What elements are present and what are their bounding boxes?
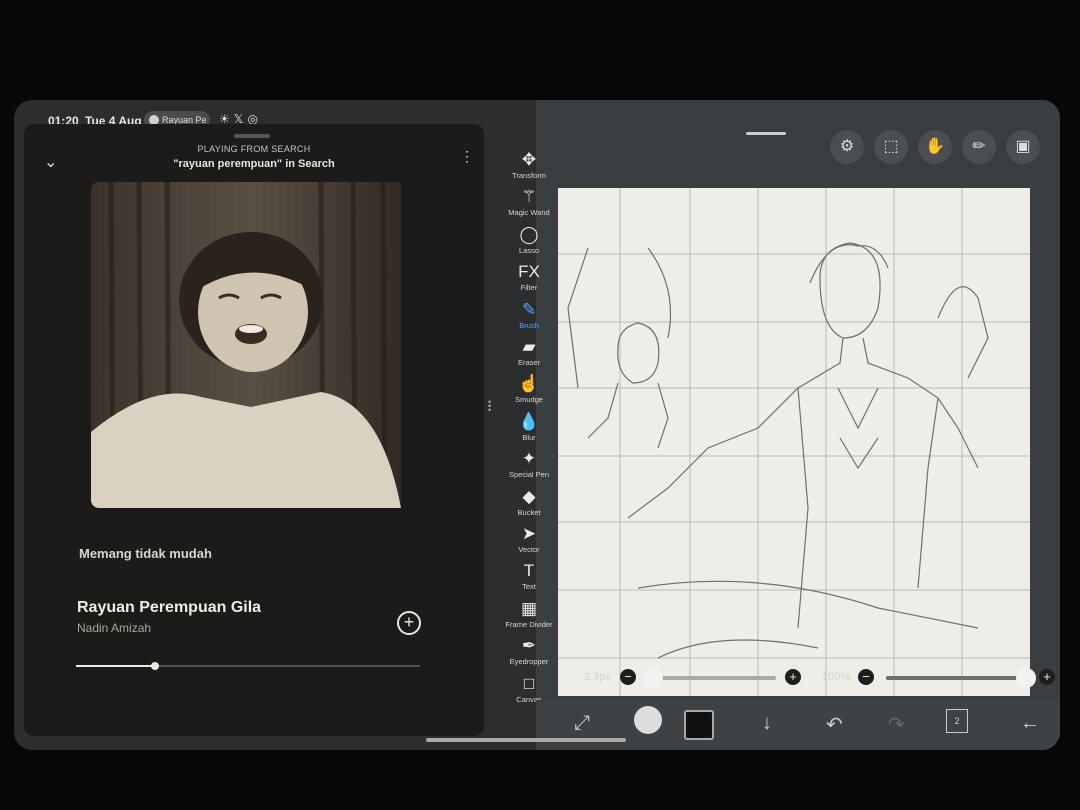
tool-vector[interactable]: ➤ Vector [504, 524, 554, 554]
drawing-canvas[interactable] [558, 188, 1030, 696]
tool-label: Text [522, 582, 536, 592]
album-art-image [91, 182, 417, 508]
brush-size-value: 2.3px [584, 671, 611, 683]
opacity-knob[interactable] [1016, 668, 1036, 688]
tool-label: Magic Wand [508, 208, 550, 218]
toggle-settings-icon[interactable]: ⚙ [830, 130, 864, 164]
transform-icon: ✥ [521, 150, 537, 169]
tool-bucket[interactable]: ◆ Bucket [504, 487, 554, 517]
artist-name[interactable]: Nadin Amizah [77, 621, 151, 635]
color-swatch[interactable] [684, 710, 714, 740]
arrow-down-icon[interactable]: ↓ [762, 712, 772, 735]
brush-preview-icon[interactable] [634, 706, 662, 734]
tool-label: Blur [522, 432, 536, 442]
playing-from-query: "rayuan perempuan" in Search [173, 158, 335, 170]
selection-icon[interactable]: ⬚ [874, 130, 908, 164]
tool-magic-wand[interactable]: ⚚ Magic Wand [504, 187, 554, 217]
tool-label: Brush [519, 320, 539, 330]
vector-icon: ➤ [521, 524, 537, 543]
tool-filter[interactable]: FX Filter [504, 262, 554, 292]
brush-size-increase-button[interactable]: + [785, 669, 801, 685]
brush-icon: ✎ [521, 299, 537, 319]
blur-icon: 💧 [518, 411, 540, 431]
panel-handle-right[interactable] [746, 132, 786, 135]
undo-icon[interactable]: ↶ [826, 712, 843, 737]
pencil-icon[interactable]: ✏ [962, 130, 996, 164]
sketch-artwork [558, 188, 1030, 696]
album-art [91, 182, 417, 508]
add-to-library-button[interactable]: + [397, 611, 421, 635]
tool-label: Eraser [517, 358, 541, 367]
playback-progress-bar[interactable] [76, 662, 420, 670]
song-title[interactable]: Rayuan Perempuan Gila [77, 599, 261, 617]
lyric-line: Memang tidak mudah [79, 546, 212, 561]
smudge-icon: ☝ [518, 374, 540, 394]
tool-brush[interactable]: ✎ Brush [504, 300, 554, 330]
playing-from-label: PLAYING FROM SEARCH [197, 144, 311, 154]
bottom-toolbar: ⤢ ↓ ↶ ↷ 2 ← [536, 700, 1060, 750]
gallery-icon[interactable]: ▣ [1006, 130, 1040, 164]
brush-slider-row: 2.3px − + 100% − + [536, 662, 1060, 692]
redo-icon[interactable]: ↷ [888, 712, 905, 737]
text-icon: T [523, 561, 535, 581]
tool-frame-divider[interactable]: ▦ Frame Divider [504, 599, 554, 629]
frame-divider-icon: ▦ [520, 598, 538, 618]
progress-fill [76, 665, 156, 667]
progress-knob[interactable] [151, 662, 160, 670]
opacity-slider[interactable] [886, 668, 1036, 688]
layers-button[interactable]: 2 [946, 709, 968, 733]
back-arrow-icon[interactable]: ← [1020, 712, 1040, 735]
brush-size-decrease-button[interactable]: − [620, 669, 636, 685]
tool-label: Lasso [518, 245, 539, 255]
tool-lasso[interactable]: ◯ Lasso [504, 225, 554, 255]
tool-label: Smudge [515, 395, 543, 405]
tool-blur[interactable]: 💧 Blur [504, 412, 554, 442]
home-indicator [426, 738, 626, 742]
tool-special-pen[interactable]: ✦ Special Pen [504, 449, 554, 479]
opacity-decrease-button[interactable]: − [858, 669, 874, 685]
tool-smudge[interactable]: ☝ Smudge [504, 374, 554, 404]
music-player-panel: ⌄ PLAYING FROM SEARCH "rayuan perempuan"… [24, 124, 484, 736]
magic-wand-icon: ⚚ [521, 187, 537, 207]
brush-size-slider[interactable] [642, 668, 776, 688]
eyedropper-icon: ✒ [521, 636, 537, 656]
tool-eraser[interactable]: ▰ Eraser [504, 337, 554, 367]
tool-label: Vector [518, 545, 540, 554]
opacity-value: 100% [822, 671, 851, 683]
eraser-icon: ▰ [522, 337, 536, 356]
bucket-icon: ◆ [522, 486, 536, 506]
tool-label: Frame Divider [505, 619, 553, 629]
more-options-icon[interactable]: ⋮ [460, 148, 474, 165]
lasso-icon: ◯ [519, 224, 539, 244]
split-view-divider[interactable]: • • • [488, 398, 491, 415]
tool-label: Bucket [517, 507, 541, 517]
tool-text[interactable]: T Text [504, 561, 554, 591]
tool-label: Filter [520, 283, 538, 293]
tool-label: Special Pen [508, 470, 550, 480]
quick-tools-icon[interactable]: ⤢ [574, 712, 590, 735]
tool-label: Transform [512, 171, 546, 180]
hand-tool-icon[interactable]: ✋ [918, 130, 952, 164]
filter-icon: FX [518, 262, 540, 282]
brush-size-knob[interactable] [642, 668, 663, 688]
tool-transform[interactable]: ✥ Transform [504, 150, 554, 180]
panel-handle[interactable] [234, 134, 270, 138]
drawing-app-panel: ⚙ ⬚ ✋ ✏ ▣ ✥ Transform ⚚ Magic Wand ◯ Las… [505, 100, 1060, 750]
tablet-screen: 01:20 Tue 4 Aug Rayuan Pe ☀𝕏◎ ▮86 ⌄ PLAY… [14, 100, 1060, 750]
opacity-increase-button[interactable]: + [1039, 669, 1055, 685]
special-pen-icon: ✦ [521, 449, 537, 469]
